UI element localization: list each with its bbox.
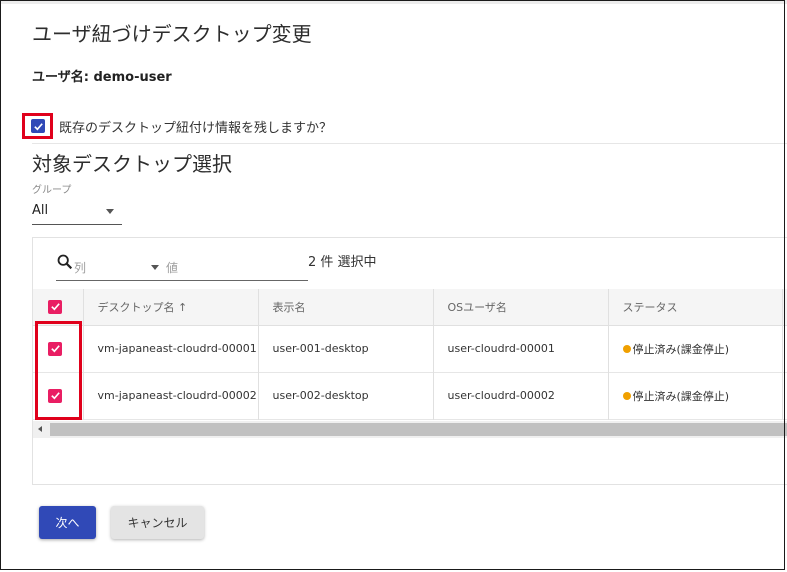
desktop-table: デスクトップ名 ↑ 表示名 OSユーザ名 ステータス vm-japaneast-…: [33, 289, 787, 420]
status-text: 停止済み(課金停止): [632, 389, 730, 403]
group-label: グループ: [32, 185, 72, 196]
group-value: All: [32, 203, 49, 218]
desktop-name-cell: vm-japaneast-cloudrd-00002: [83, 372, 259, 419]
column-header-desktop-name[interactable]: デスクトップ名 ↑: [83, 289, 259, 326]
desktop-name-cell: vm-japaneast-cloudrd-00001: [83, 325, 259, 372]
status-cell: 停止済み(課金停止): [608, 372, 783, 419]
status-dot-icon: [622, 344, 631, 353]
column-header-display-name[interactable]: 表示名: [258, 289, 434, 326]
group-select[interactable]: All: [32, 200, 122, 225]
column-header-overflow: [782, 289, 787, 326]
column-header-os-user[interactable]: OSユーザ名: [433, 289, 609, 326]
keep-existing-checkbox[interactable]: [31, 119, 45, 133]
user-name-label: ユーザ名: demo-user: [32, 70, 172, 85]
select-all-checkbox[interactable]: [48, 299, 62, 314]
filter-value-input[interactable]: 値: [166, 259, 178, 276]
section-divider: [32, 143, 787, 144]
display-name-cell: user-002-desktop: [258, 372, 434, 419]
dialog-title: ユーザ紐づけデスクトップ変更: [32, 22, 312, 46]
top-edge: [0, 0, 787, 4]
column-header-status[interactable]: ステータス: [608, 289, 783, 326]
filter-column-input[interactable]: 列: [74, 259, 86, 276]
select-all-cell[interactable]: [33, 289, 84, 326]
keep-existing-label: 既存のデスクトップ紐付け情報を残しますか？: [59, 121, 333, 136]
status-text: 停止済み(課金停止): [632, 342, 730, 356]
dropdown-caret-icon: [106, 209, 114, 214]
filter-column-caret-icon[interactable]: [151, 265, 159, 270]
cancel-button[interactable]: キャンセル: [111, 506, 204, 539]
overflow-cell: [782, 325, 787, 372]
table-filter[interactable]: 列 値: [56, 250, 308, 281]
os-user-cell: user-cloudrd-00002: [433, 372, 609, 419]
keep-existing-row[interactable]: 既存のデスクトップ紐付け情報を残しますか？: [22, 113, 787, 139]
status-cell: 停止済み(課金停止): [608, 325, 783, 372]
check-icon: [50, 303, 60, 311]
table-row[interactable]: vm-japaneast-cloudrd-00002 user-002-desk…: [33, 372, 787, 419]
table-header-row: デスクトップ名 ↑ 表示名 OSユーザ名 ステータス: [33, 289, 787, 326]
table-row[interactable]: vm-japaneast-cloudrd-00001 user-001-desk…: [33, 325, 787, 372]
rows-checkbox-highlight: [35, 321, 82, 420]
next-button[interactable]: 次へ: [39, 506, 96, 539]
os-user-cell: user-cloudrd-00001: [433, 325, 609, 372]
scrollbar-thumb[interactable]: [50, 423, 787, 436]
horizontal-scrollbar[interactable]: [33, 421, 787, 438]
status-dot-icon: [622, 391, 631, 400]
overflow-cell: [782, 372, 787, 419]
selection-count: 2 件 選択中: [308, 255, 377, 270]
check-icon: [33, 122, 43, 130]
search-icon: [57, 254, 73, 270]
section-title: 対象デスクトップ選択: [32, 152, 232, 176]
display-name-cell: user-001-desktop: [258, 325, 434, 372]
scroll-left-icon[interactable]: [38, 426, 42, 432]
